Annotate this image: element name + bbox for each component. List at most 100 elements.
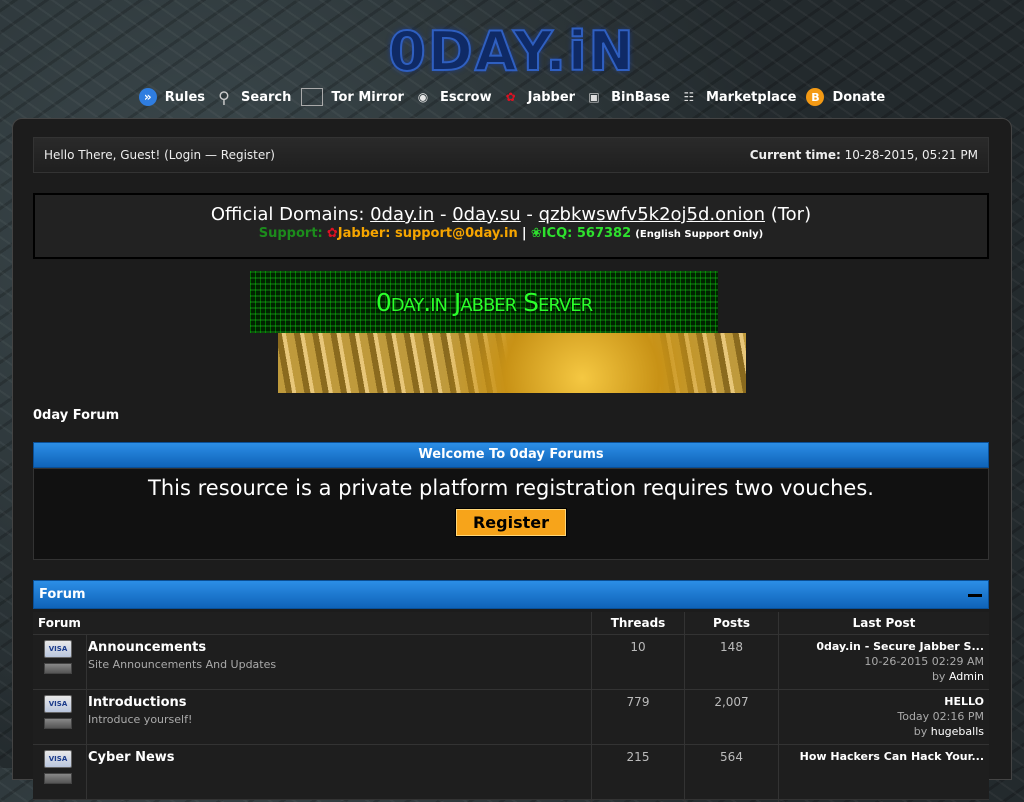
- column-divider: [591, 612, 592, 802]
- forum-name[interactable]: Introductions: [88, 695, 187, 710]
- nav-donate[interactable]: B Donate: [806, 88, 885, 106]
- forum-row-introductions: VISA Introductions Introduce yourself! 7…: [33, 690, 989, 745]
- by-text: by: [931, 670, 946, 683]
- last-post-user[interactable]: Admin: [949, 670, 984, 683]
- domain-sep: -: [434, 204, 453, 225]
- pipe-sep: |: [521, 226, 527, 241]
- forum-status-icon: VISA: [44, 640, 72, 674]
- col-threads: Threads: [610, 616, 666, 630]
- gold-money-banner[interactable]: [278, 333, 746, 393]
- card-icon: VISA: [44, 750, 72, 768]
- domain-sep: -: [520, 204, 539, 225]
- collapse-icon[interactable]: [968, 594, 982, 597]
- nav-tor-mirror[interactable]: Tor Mirror: [301, 88, 404, 106]
- thread-count: 779: [626, 695, 650, 709]
- dash-text: —: [201, 148, 221, 162]
- forum-desc: Site Announcements And Updates: [88, 658, 277, 671]
- domain-link-onion[interactable]: qzbkwswfv5k2oj5d.onion: [539, 204, 765, 225]
- nav-label: Jabber: [527, 89, 576, 105]
- bank-icon: ▣: [588, 90, 600, 104]
- forum-category-title[interactable]: Forum: [39, 587, 86, 602]
- last-post: HELLO Today 02:16 PM by hugeballs: [897, 694, 984, 739]
- jabber-icon: ✿: [326, 226, 338, 241]
- money-bag-icon: ◉: [417, 90, 429, 104]
- last-post-date: Today 02:16 PM: [897, 710, 984, 723]
- forum-category-header: Forum: [33, 580, 989, 609]
- post-count: 2,007: [714, 695, 749, 709]
- cart-icon: ☷: [683, 90, 695, 104]
- forum-status-icon: VISA: [44, 750, 72, 784]
- card-icon-2: [44, 773, 72, 784]
- nav-marketplace[interactable]: ☷ Marketplace: [680, 88, 797, 106]
- top-navigation: » Rules ⚲ Search Tor Mirror ◉ Escrow ✿ Jabbe…: [0, 87, 1024, 107]
- domain-link-su[interactable]: 0day.su: [452, 204, 521, 225]
- rules-icon: »: [138, 88, 157, 106]
- tor-suffix: (Tor): [764, 204, 812, 225]
- forum-row-announcements: VISA Announcements Site Announcements An…: [33, 635, 989, 690]
- register-link[interactable]: Register: [221, 148, 270, 162]
- nav-search[interactable]: ⚲ Search: [215, 87, 292, 107]
- forum-row-cyber-news: VISA Cyber News 215 564 How Hackers Can …: [33, 745, 989, 800]
- last-post-title[interactable]: How Hackers Can Hack Your...: [800, 749, 984, 764]
- search-icon: ⚲: [218, 87, 230, 107]
- post-count: 564: [720, 750, 743, 764]
- close-paren: ): [270, 148, 275, 162]
- jabber-icon: ✿: [505, 90, 516, 104]
- divider: [86, 745, 87, 799]
- domain-link-in[interactable]: 0day.in: [370, 204, 434, 225]
- col-last-post: Last Post: [852, 616, 916, 630]
- forum-name[interactable]: Cyber News: [88, 750, 175, 765]
- welcome-box-body: This resource is a private platform regi…: [33, 468, 989, 560]
- column-divider: [778, 612, 779, 802]
- banner-title: 0day.in Jabber Server: [375, 287, 593, 317]
- greeting-text: Hello There, Guest! (: [44, 148, 169, 162]
- domains-prefix: Official Domains:: [210, 204, 371, 225]
- forum-name[interactable]: Announcements: [88, 640, 206, 655]
- nav-escrow[interactable]: ◉ Escrow: [414, 88, 492, 106]
- nav-label: Donate: [832, 89, 886, 105]
- card-icon: VISA: [44, 640, 72, 658]
- last-post: 0day.in - Secure Jabber S... 10-26-2015 …: [816, 639, 984, 684]
- nav-label: BinBase: [611, 89, 670, 105]
- divider: [86, 635, 87, 689]
- last-post-date: 10-26-2015 02:29 AM: [864, 655, 984, 668]
- welcome-bar: Hello There, Guest! (Login — Register) C…: [33, 137, 989, 173]
- tor-icon: [301, 88, 324, 106]
- support-row: Support: ✿Jabber: support@0day.in | ❀ICQ…: [35, 226, 987, 241]
- english-note: (English Support Only): [635, 229, 764, 240]
- nav-label: Search: [241, 89, 292, 105]
- site-logo[interactable]: 0DAY.iN: [0, 21, 1024, 83]
- main-panel: Hello There, Guest! (Login — Register) C…: [12, 118, 1012, 802]
- support-jabber: Jabber: support@0day.in: [337, 226, 518, 241]
- login-link[interactable]: Login: [169, 148, 201, 162]
- last-post-user[interactable]: hugeballs: [931, 725, 984, 738]
- guest-greeting: Hello There, Guest! (Login — Register): [44, 148, 275, 162]
- card-icon: VISA: [44, 695, 72, 713]
- nav-jabber[interactable]: ✿ Jabber: [502, 88, 575, 106]
- nav-label: Tor Mirror: [331, 89, 404, 105]
- last-post-title[interactable]: HELLO: [897, 694, 984, 709]
- breadcrumb[interactable]: 0day Forum: [33, 408, 119, 423]
- forum-status-icon: VISA: [44, 695, 72, 729]
- support-icq: ICQ: 567382: [541, 226, 632, 241]
- domains-row: Official Domains: 0day.in - 0day.su - qz…: [35, 204, 987, 225]
- col-posts: Posts: [712, 616, 751, 630]
- welcome-box-title: Welcome To 0day Forums: [33, 442, 989, 468]
- jabber-server-banner[interactable]: 0day.in Jabber Server: [250, 271, 718, 333]
- nav-label: Escrow: [439, 89, 492, 105]
- divider: [86, 690, 87, 744]
- current-time: Current time: 10-28-2015, 05:21 PM: [750, 148, 978, 162]
- by-text: by: [913, 725, 928, 738]
- official-domains-box: Official Domains: 0day.in - 0day.su - qz…: [33, 193, 989, 259]
- time-value: 10-28-2015, 05:21 PM: [844, 148, 978, 162]
- nav-label: Rules: [164, 89, 206, 105]
- support-label: Support:: [258, 226, 323, 241]
- register-button[interactable]: Register: [454, 508, 568, 537]
- forum-table-header: Forum Threads Posts Last Post: [33, 612, 989, 635]
- last-post-title[interactable]: 0day.in - Secure Jabber S...: [816, 639, 984, 654]
- welcome-message: This resource is a private platform regi…: [148, 476, 874, 500]
- icq-flower-icon: ❀: [530, 226, 542, 241]
- last-post: How Hackers Can Hack Your...: [800, 749, 984, 764]
- nav-rules[interactable]: » Rules: [138, 88, 206, 106]
- nav-binbase[interactable]: ▣ BinBase: [585, 88, 670, 106]
